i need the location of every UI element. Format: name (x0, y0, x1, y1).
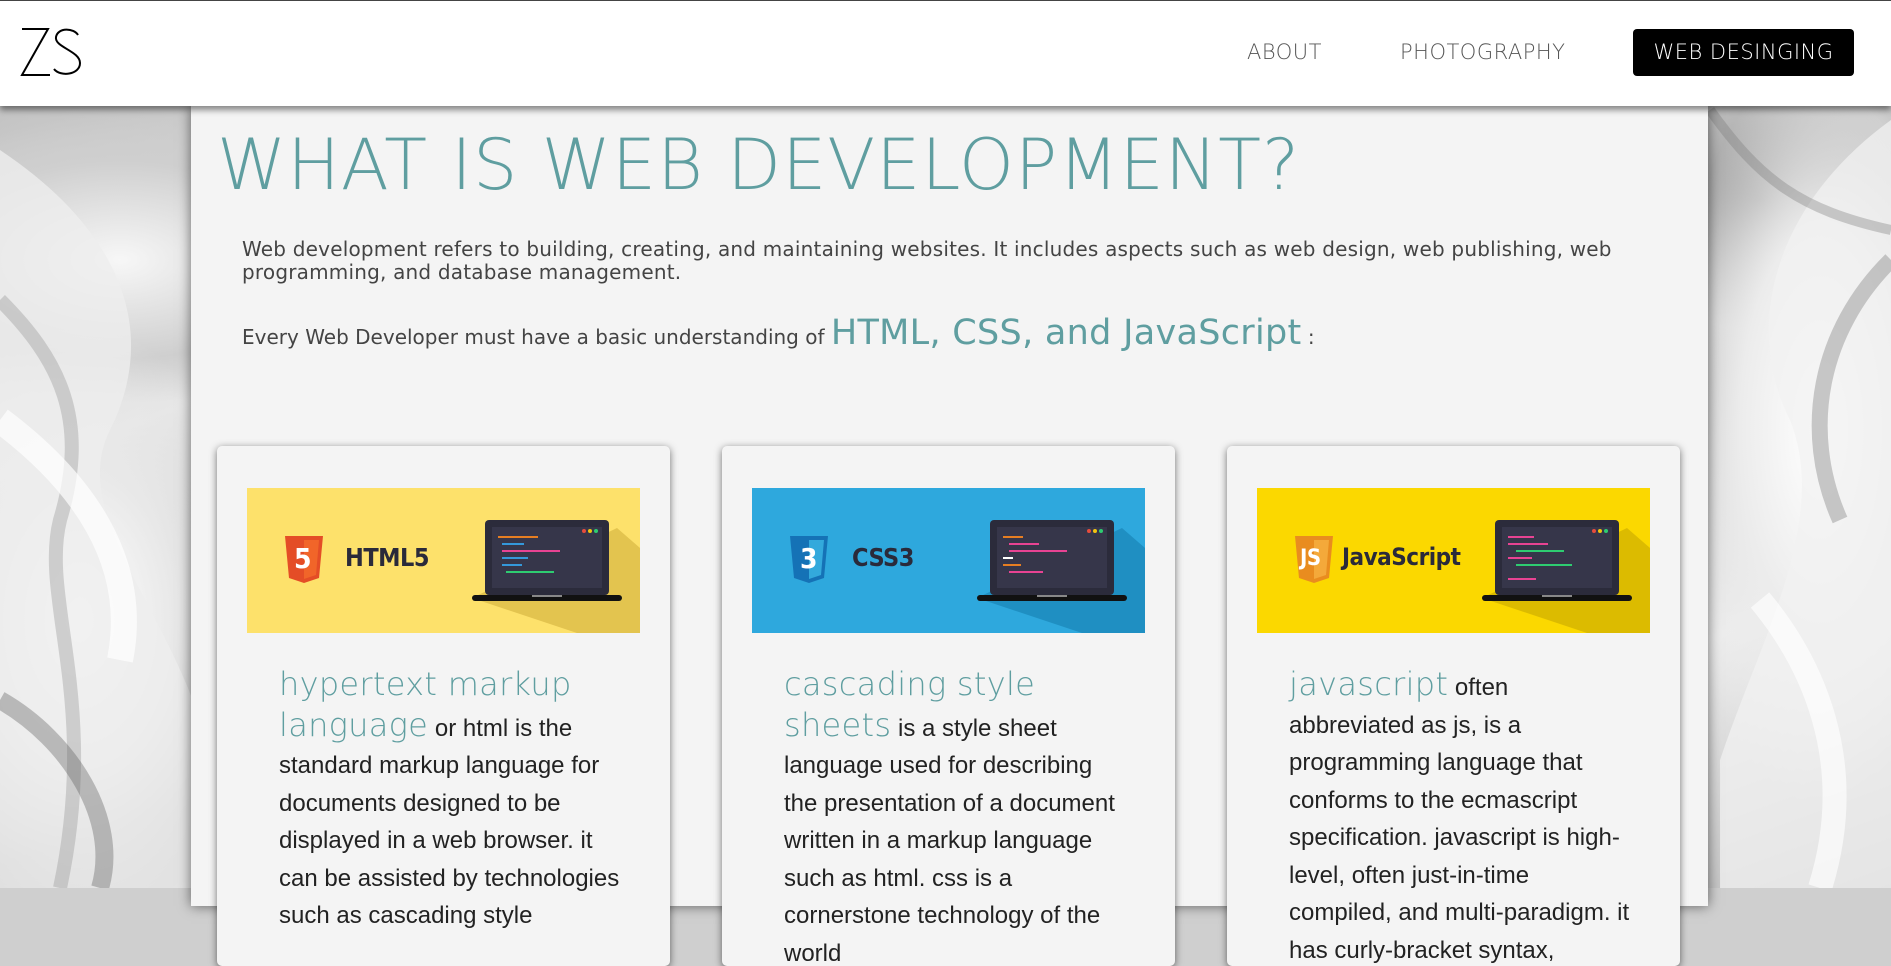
nav-link-web-designing[interactable]: WEB DESINGING (1633, 29, 1854, 76)
css3-banner-label: CSS3 (852, 543, 914, 572)
card-css-body: is a style sheet language used for descr… (784, 715, 1115, 966)
javascript-badge-glyph: JS (1300, 546, 1321, 571)
top-navbar: ABOUT PHOTOGRAPHY WEB DESINGING (0, 0, 1891, 106)
javascript-banner-image: JS JavaScript (1257, 488, 1650, 633)
card-html-description: hypertext markup language or html is the… (279, 666, 624, 935)
page-title: WHAT IS WEB DEVELOPMENT? (217, 130, 1300, 200)
nav-link-photography[interactable]: PHOTOGRAPHY (1400, 39, 1566, 65)
card-css: 3 CSS3 cascading style sheets is a style… (722, 446, 1175, 966)
zs-logo[interactable] (18, 25, 84, 79)
card-javascript-term: javascript (1289, 665, 1448, 703)
intro-paragraph: Web development refers to building, crea… (242, 238, 1662, 284)
nav-link-about[interactable]: ABOUT (1247, 39, 1322, 65)
card-javascript: JS JavaScript javascript often abbreviat… (1227, 446, 1680, 966)
javascript-banner-label: JavaScript (1342, 543, 1460, 571)
html5-banner-label: HTML5 (345, 543, 429, 572)
intro-requirement-highlight: HTML, CSS, and JavaScript (831, 313, 1302, 353)
main-content-panel: WHAT IS WEB DEVELOPMENT? Web development… (191, 106, 1708, 906)
card-javascript-description: javascript often abbreviated as js, is a… (1289, 666, 1634, 966)
intro-requirement: Every Web Developer must have a basic un… (242, 306, 1315, 364)
card-html: 5 HTML5 hypertext markup language or htm… (217, 446, 670, 966)
intro-requirement-prefix: Every Web Developer must have a basic un… (242, 325, 831, 349)
card-javascript-body: often abbreviated as js, is a programmin… (1289, 674, 1629, 964)
html5-banner-image: 5 HTML5 (247, 488, 640, 633)
css3-banner-image: 3 CSS3 (752, 488, 1145, 633)
css3-badge-glyph: 3 (800, 542, 817, 575)
intro-requirement-suffix: : (1302, 325, 1315, 349)
card-html-body: or html is the standard markup language … (279, 715, 619, 930)
card-css-description: cascading style sheets is a style sheet … (784, 666, 1129, 966)
html5-badge-glyph: 5 (294, 542, 311, 575)
